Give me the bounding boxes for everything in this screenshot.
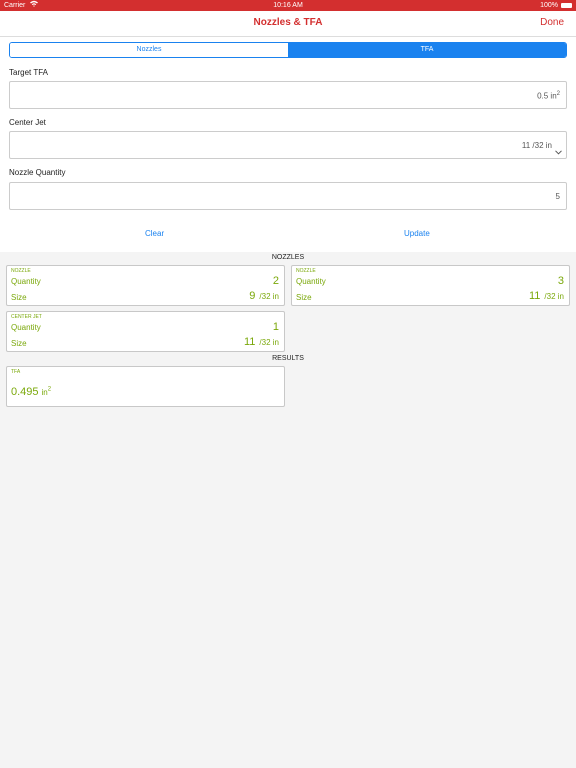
segment-nozzles[interactable]: Nozzles bbox=[10, 43, 288, 57]
size-value: 9/32 in bbox=[249, 290, 279, 302]
quantity-value: 3 bbox=[557, 275, 564, 287]
card-tag: TFA bbox=[11, 369, 21, 375]
center-jet-label: Center Jet bbox=[9, 118, 46, 127]
chevron-down-icon bbox=[555, 142, 562, 160]
target-tfa-value: 0.5 in2 bbox=[537, 91, 560, 101]
nozzle-quantity-label: Nozzle Quantity bbox=[9, 168, 66, 177]
card-tag: NOZZLE bbox=[296, 268, 316, 274]
nozzle-quantity-field[interactable]: 5 bbox=[9, 182, 567, 210]
tfa-result-card: TFA 0.495 in2 bbox=[6, 366, 285, 407]
clear-button[interactable]: Clear bbox=[145, 229, 164, 238]
quantity-label: Quantity bbox=[11, 323, 41, 332]
done-button[interactable]: Done bbox=[540, 17, 564, 28]
center-jet-value: 11 /32 in bbox=[521, 141, 552, 150]
battery-icon bbox=[561, 3, 572, 8]
nozzle-card-1[interactable]: NOZZLE Quantity 2 Size 9/32 in bbox=[6, 265, 285, 306]
nozzles-section-title: NOZZLES bbox=[271, 254, 305, 261]
segment-tfa[interactable]: TFA bbox=[288, 43, 566, 57]
clock: 10:16 AM bbox=[273, 2, 303, 9]
size-value: 11/32 in bbox=[529, 290, 564, 302]
battery-percent: 100% bbox=[540, 2, 558, 9]
nozzle-card-2[interactable]: NOZZLE Quantity 3 Size 11/32 in bbox=[291, 265, 570, 306]
size-value: 11/32 in bbox=[244, 336, 279, 348]
quantity-value: 2 bbox=[272, 275, 279, 287]
center-jet-card[interactable]: CENTER JET Quantity 1 Size 11/32 in bbox=[6, 311, 285, 352]
card-tag: CENTER JET bbox=[11, 314, 42, 320]
size-label: Size bbox=[11, 339, 27, 348]
navigation-bar: Nozzles & TFA Done bbox=[0, 11, 576, 37]
input-form: Nozzles TFA Target TFA 0.5 in2 Center Je… bbox=[0, 37, 576, 252]
status-bar: Carrier 10:16 AM 100% bbox=[0, 0, 576, 11]
tfa-result-value: 0.495 in2 bbox=[11, 386, 52, 398]
size-label: Size bbox=[296, 293, 312, 302]
page-title: Nozzles & TFA bbox=[253, 17, 323, 28]
target-tfa-label: Target TFA bbox=[9, 68, 48, 77]
card-tag: NOZZLE bbox=[11, 268, 31, 274]
quantity-label: Quantity bbox=[11, 277, 41, 286]
size-label: Size bbox=[11, 293, 27, 302]
results-section-title: RESULTS bbox=[272, 355, 304, 362]
update-button[interactable]: Update bbox=[404, 229, 430, 238]
mode-segmented-control[interactable]: Nozzles TFA bbox=[9, 42, 567, 58]
center-jet-select[interactable]: 11 /32 in bbox=[9, 131, 567, 159]
target-tfa-field[interactable]: 0.5 in2 bbox=[9, 81, 567, 109]
quantity-value: 1 bbox=[272, 321, 279, 333]
quantity-label: Quantity bbox=[296, 277, 326, 286]
nozzle-quantity-value: 5 bbox=[555, 192, 560, 201]
